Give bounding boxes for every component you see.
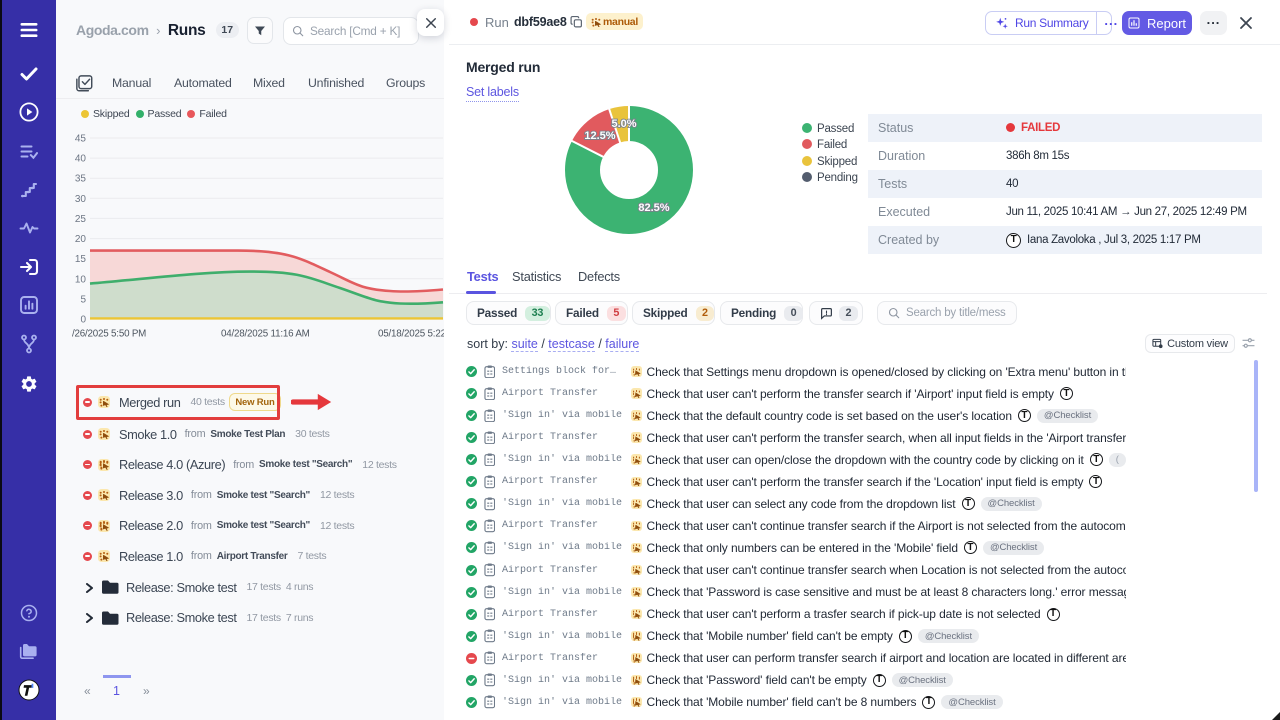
svg-text:5.0%: 5.0%	[611, 118, 636, 130]
svg-text:/26/2025 5:50 PM: /26/2025 5:50 PM	[72, 329, 146, 340]
svg-text:10: 10	[75, 274, 87, 285]
svg-text:35: 35	[75, 174, 87, 185]
svg-text:05/18/2025 5:22: 05/18/2025 5:22	[378, 329, 446, 340]
svg-text:40: 40	[75, 154, 87, 165]
svg-text:82.5%: 82.5%	[638, 202, 669, 214]
svg-text:30: 30	[75, 194, 87, 205]
svg-text:12.5%: 12.5%	[584, 130, 615, 142]
svg-text:20: 20	[75, 234, 87, 245]
svg-text:04/28/2025 11:16 AM: 04/28/2025 11:16 AM	[221, 329, 310, 340]
svg-text:45: 45	[75, 134, 87, 145]
svg-text:25: 25	[75, 214, 87, 225]
svg-text:0: 0	[80, 315, 86, 326]
svg-text:15: 15	[75, 254, 87, 265]
svg-text:5: 5	[80, 294, 86, 305]
